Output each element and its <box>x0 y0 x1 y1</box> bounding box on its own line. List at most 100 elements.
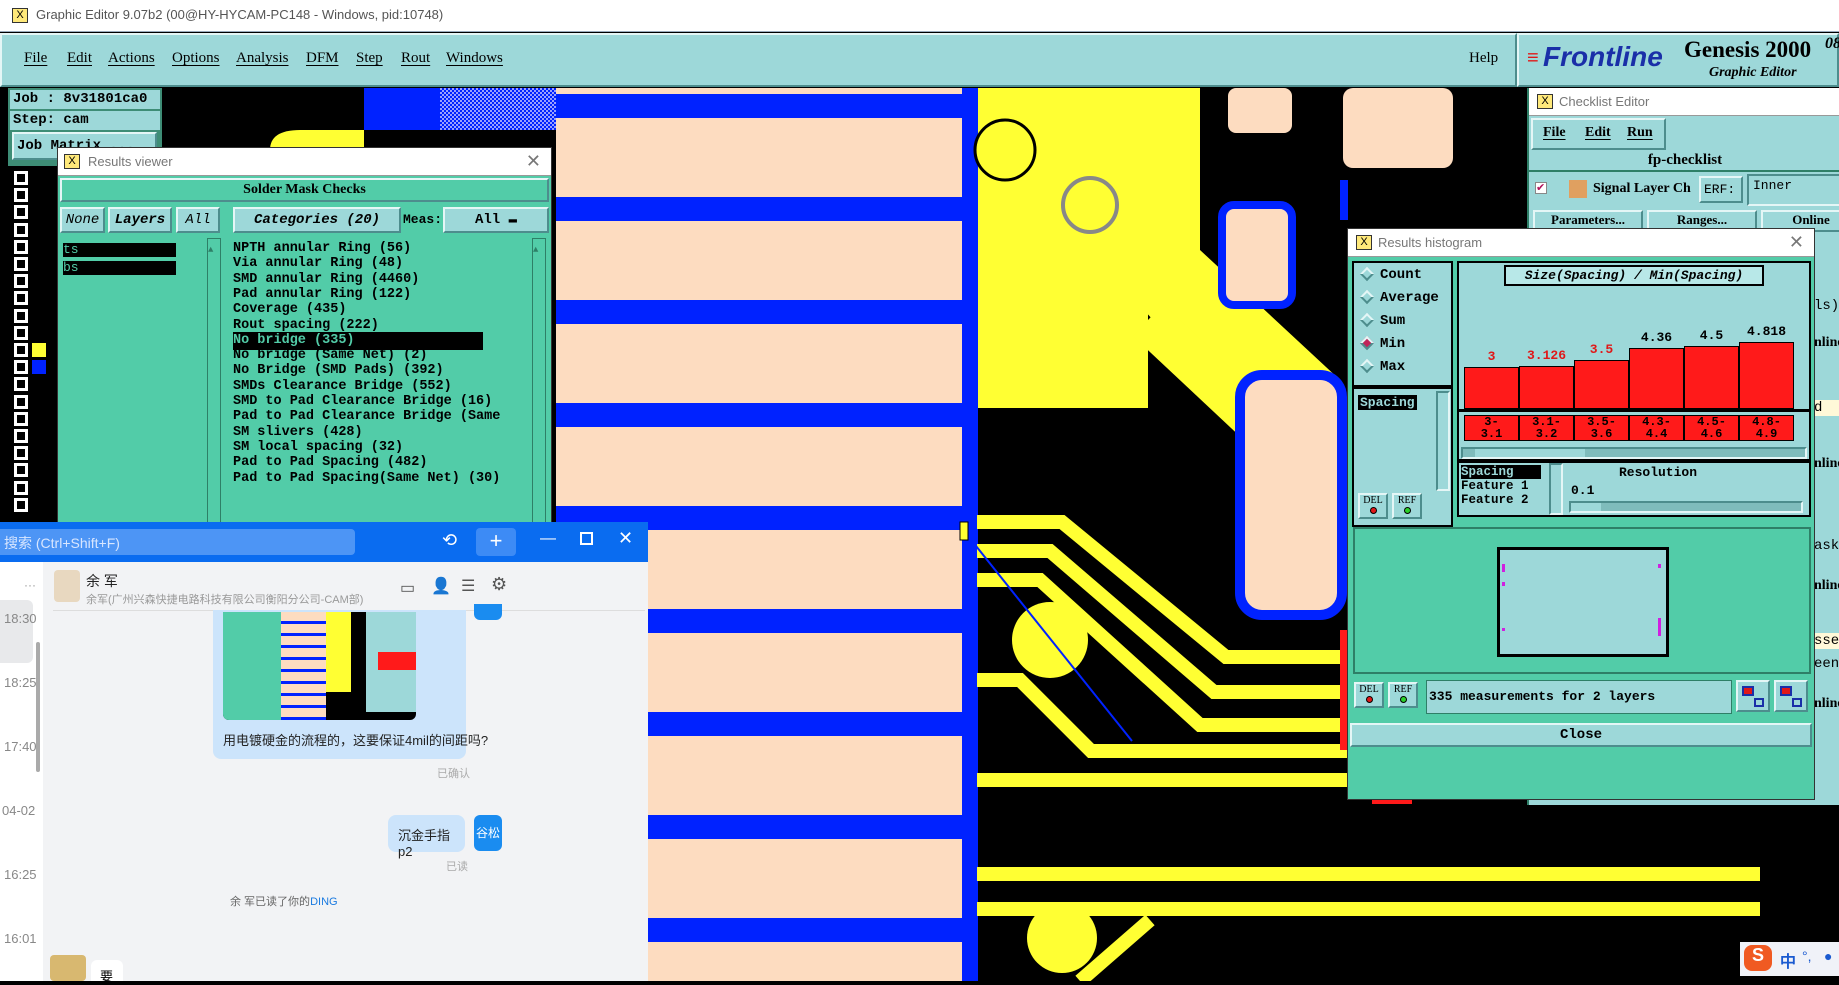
contact-avatar[interactable] <box>54 570 80 602</box>
export-histogram-icon[interactable] <box>1736 680 1770 712</box>
history-icon[interactable]: ⟲ <box>442 530 457 551</box>
online-fragment[interactable]: nline <box>1814 456 1839 472</box>
histogram-bar[interactable] <box>1739 342 1794 409</box>
del-button[interactable]: DEL <box>1358 493 1388 519</box>
none-button[interactable]: None <box>60 207 105 233</box>
menu-options[interactable]: Options <box>172 50 220 67</box>
layer-checkbox[interactable] <box>14 480 28 495</box>
menu-step[interactable]: Step <box>356 50 383 67</box>
layer-results-list[interactable]: ts bs <box>61 238 206 528</box>
layer-checkbox[interactable] <box>14 308 28 323</box>
checklist-menu-run[interactable]: Run <box>1627 125 1653 141</box>
preview-area[interactable] <box>1353 527 1811 674</box>
close-icon[interactable]: ✕ <box>618 528 633 549</box>
action-label[interactable]: Signal Layer Ch <box>1593 181 1691 197</box>
field-list[interactable]: Spacing <box>1356 393 1434 493</box>
import-histogram-icon[interactable] <box>1774 680 1808 712</box>
layer-checkbox[interactable] <box>14 291 28 306</box>
menu-actions[interactable]: Actions <box>108 50 155 67</box>
search-history-icon[interactable]: ☰ <box>461 576 475 596</box>
sender-avatar[interactable]: 谷松 <box>474 815 502 851</box>
layer-checkbox[interactable] <box>14 394 28 409</box>
slider-thumb[interactable] <box>1571 503 1601 511</box>
close-icon[interactable]: ✕ <box>1789 232 1804 253</box>
layer-checkbox[interactable] <box>14 239 28 254</box>
chart-hscrollbar[interactable] <box>1461 447 1807 459</box>
ime-language[interactable]: 中 <box>1780 948 1796 972</box>
meas-dropdown[interactable]: All ▬ <box>443 207 549 233</box>
minimize-icon[interactable]: — <box>540 530 556 548</box>
ding-link[interactable]: DING <box>310 896 338 908</box>
categories-scrollbar[interactable]: ▲ <box>532 238 546 528</box>
mode-radio-sum[interactable]: Sum <box>1359 313 1405 329</box>
layer-scrollbar[interactable]: ▲ <box>207 238 221 528</box>
group-title[interactable]: Solder Mask Checks <box>60 178 549 202</box>
add-member-icon[interactable]: 👤 <box>431 576 451 596</box>
menu-windows[interactable]: Windows <box>446 50 503 67</box>
field-option[interactable]: Feature 2 <box>1461 493 1545 507</box>
field-select-scrollbar[interactable] <box>1549 463 1563 515</box>
layer-checkbox[interactable] <box>14 411 28 426</box>
menu-dfm[interactable]: DFM <box>306 50 339 67</box>
layer-checkbox[interactable] <box>14 429 28 443</box>
layer-item[interactable]: bs <box>63 261 176 275</box>
mode-radio-average[interactable]: Average <box>1359 290 1439 306</box>
checklist-menu-edit[interactable]: Edit <box>1585 125 1611 141</box>
results-viewer-titlebar[interactable]: X Results viewer ✕ <box>58 148 551 176</box>
layer-item[interactable]: ts <box>63 243 176 257</box>
category-item[interactable]: Pad to Pad Spacing(Same Net) (30) <box>233 470 500 488</box>
conversation-list[interactable]: ··· 18:30 18:25 17:40 04-02 16:25 16:01 <box>0 562 43 981</box>
layer-checkbox[interactable] <box>14 257 28 271</box>
layers-button[interactable]: Layers <box>108 207 172 233</box>
erf-field[interactable]: Inner <box>1747 174 1839 206</box>
ref-button[interactable]: REF <box>1392 493 1422 519</box>
microphone-icon[interactable]: ● <box>1824 948 1832 964</box>
message-bubble[interactable]: 用电镀硬金的流程的，这要保证4mil的间距吗? <box>213 610 488 759</box>
checklist-titlebar[interactable]: X Checklist Editor <box>1529 88 1839 116</box>
selected-conversation[interactable] <box>0 600 33 663</box>
histogram-titlebar[interactable]: X Results histogram ✕ <box>1348 229 1814 257</box>
more-icon[interactable]: ··· <box>24 578 36 592</box>
resolution-slider[interactable] <box>1569 501 1803 513</box>
mode-radio-min[interactable]: Min <box>1359 336 1405 352</box>
checklist-menu-file[interactable]: File <box>1543 125 1566 141</box>
layer-checkbox[interactable] <box>14 463 28 478</box>
add-icon[interactable]: + <box>476 528 516 556</box>
menu-file[interactable]: File <box>24 50 47 67</box>
menu-analysis[interactable]: Analysis <box>236 50 289 67</box>
check-icon[interactable]: ✔ <box>1535 182 1547 194</box>
menu-help[interactable]: Help <box>1469 50 1498 67</box>
scroll-thumb[interactable] <box>1475 449 1585 457</box>
layer-checkbox[interactable] <box>14 205 28 220</box>
settings-icon[interactable]: ⚙ <box>491 574 507 595</box>
field-option[interactable]: Spacing <box>1461 465 1541 479</box>
layer-checkbox[interactable] <box>14 360 28 375</box>
mode-radio-count[interactable]: Count <box>1359 267 1422 283</box>
online-fragment[interactable]: nline <box>1814 696 1839 712</box>
field-scrollbar[interactable] <box>1436 391 1450 491</box>
maximize-icon[interactable] <box>580 532 593 545</box>
field-item[interactable]: Spacing <box>1358 395 1417 410</box>
layer-checkbox[interactable] <box>14 343 28 357</box>
list-scrollbar[interactable] <box>36 642 40 772</box>
sender-avatar[interactable] <box>474 604 502 620</box>
all-button[interactable]: All <box>176 207 220 233</box>
layer-checkbox[interactable] <box>14 171 28 185</box>
incoming-avatar[interactable] <box>50 955 86 981</box>
ref-button[interactable]: REF <box>1388 682 1418 708</box>
categories-list[interactable]: NPTH annular Ring (56) Via annular Ring (… <box>230 238 530 528</box>
layer-checkbox[interactable] <box>14 274 28 289</box>
menu-rout[interactable]: Rout <box>401 50 430 67</box>
layer-checkbox[interactable] <box>14 377 28 392</box>
close-icon[interactable]: ✕ <box>526 151 541 172</box>
field-option[interactable]: Feature 1 <box>1461 479 1545 493</box>
message-bubble[interactable]: 沉金手指p2 <box>388 815 465 859</box>
layer-checkbox[interactable] <box>14 222 28 237</box>
histogram-bar[interactable] <box>1629 348 1684 409</box>
layer-checkbox[interactable] <box>14 497 28 512</box>
layer-checkbox[interactable] <box>14 188 28 203</box>
incoming-bubble[interactable]: 要 <box>91 960 123 984</box>
histogram-bar[interactable] <box>1519 365 1574 409</box>
layer-checkbox[interactable] <box>14 325 28 340</box>
histogram-bar[interactable] <box>1464 367 1519 409</box>
